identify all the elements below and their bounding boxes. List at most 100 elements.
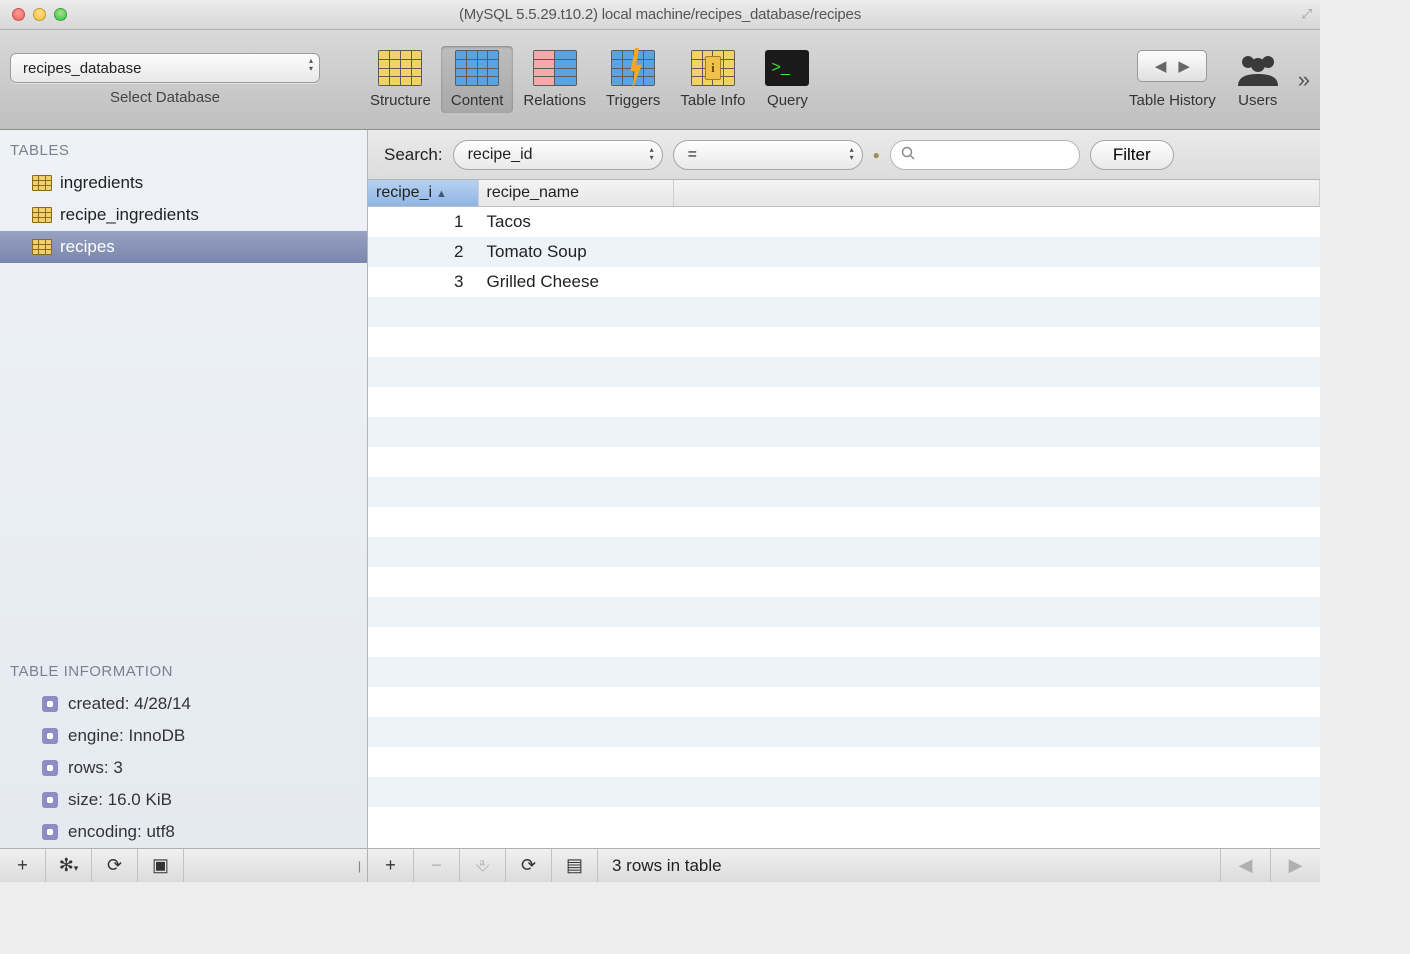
cell-empty (673, 327, 1320, 357)
filter-button[interactable]: Filter (1090, 140, 1174, 170)
toolbar: recipes_database ▴▾ Select Database Stru… (0, 30, 1320, 130)
cell-empty (478, 387, 673, 417)
table-icon (32, 207, 52, 223)
zoom-window-button[interactable] (54, 8, 67, 21)
sidebar-table-recipe_ingredients[interactable]: recipe_ingredients (0, 199, 367, 231)
console-toggle-button[interactable]: ▤ (552, 849, 598, 882)
close-window-button[interactable] (12, 8, 25, 21)
sidebar-table-label: recipes (60, 237, 115, 257)
table-actions-gear-button[interactable]: ✻▾ (46, 849, 92, 882)
row-count-status: 3 rows in table (598, 856, 1220, 876)
column-header-recipe_i[interactable]: recipe_i▲ (368, 180, 478, 207)
search-input-wrap (890, 140, 1080, 170)
info-bullet-icon (42, 696, 58, 712)
cell-empty (368, 807, 478, 837)
toolbar-triggers-label: Triggers (606, 92, 660, 109)
cell-empty (673, 207, 1320, 238)
cell-empty (673, 417, 1320, 447)
cell-empty (368, 447, 478, 477)
cell-empty (368, 717, 478, 747)
table-row[interactable]: 2Tomato Soup (368, 237, 1320, 267)
sidebar-resize-handle[interactable]: ||| (353, 859, 363, 873)
toolbar-users[interactable]: Users (1226, 46, 1290, 113)
sidebar-table-ingredients[interactable]: ingredients (0, 167, 367, 199)
relations-icon (533, 50, 577, 88)
empty-row (368, 597, 1320, 627)
cell-recipe-name[interactable]: Tomato Soup (478, 237, 673, 267)
cell-empty (478, 327, 673, 357)
refresh-icon: ⟳ (107, 855, 122, 876)
toolbar-table-history[interactable]: ◀▶ Table History (1119, 46, 1226, 113)
cell-empty (368, 297, 478, 327)
cell-empty (673, 477, 1320, 507)
refresh-rows-button[interactable]: ⟳ (506, 849, 552, 882)
cell-empty (673, 237, 1320, 267)
history-nav-icon[interactable]: ◀▶ (1137, 50, 1207, 82)
table-icon (32, 175, 52, 191)
search-operator-select-value: = (688, 146, 697, 164)
toolbar-overflow-icon[interactable]: » (1298, 67, 1310, 93)
toggle-table-info-button[interactable]: ▣ (138, 849, 184, 882)
sidebar-tables-header: TABLES (0, 130, 367, 167)
remove-row-button[interactable]: − (414, 849, 460, 882)
cell-empty (478, 687, 673, 717)
empty-row (368, 387, 1320, 417)
toolbar-relations-label: Relations (523, 92, 586, 109)
toolbar-triggers[interactable]: Triggers (596, 46, 670, 113)
cell-recipe-name[interactable]: Grilled Cheese (478, 267, 673, 297)
cell-empty (368, 747, 478, 777)
cell-empty (368, 627, 478, 657)
cell-empty (478, 537, 673, 567)
cell-recipe-id[interactable]: 1 (368, 207, 478, 238)
table-row[interactable]: 1Tacos (368, 207, 1320, 238)
cell-empty (478, 717, 673, 747)
data-grid[interactable]: recipe_i▲recipe_name 1Tacos2Tomato Soup3… (368, 180, 1320, 848)
cell-empty (673, 627, 1320, 657)
cell-empty (673, 537, 1320, 567)
empty-row (368, 717, 1320, 747)
database-selector[interactable]: recipes_database ▴▾ (10, 53, 320, 83)
table-row[interactable]: 3Grilled Cheese (368, 267, 1320, 297)
search-field-select[interactable]: recipe_id ▴▾ (453, 140, 663, 170)
cell-empty (478, 357, 673, 387)
main-content: Search: recipe_id ▴▾ = ▴▾ ● Filter recip… (368, 130, 1320, 848)
empty-row (368, 477, 1320, 507)
add-row-button[interactable]: + (368, 849, 414, 882)
cell-recipe-id[interactable]: 2 (368, 237, 478, 267)
search-field-select-value: recipe_id (468, 146, 533, 164)
cell-empty (368, 477, 478, 507)
search-compound-dot-icon[interactable]: ● (873, 148, 880, 162)
duplicate-row-button[interactable]: ⎀ (460, 849, 506, 882)
toolbar-query[interactable]: >_ Query (755, 46, 819, 113)
prev-page-button[interactable]: ◀ (1220, 849, 1270, 882)
table-info-icon: i (691, 50, 735, 88)
stepper-arrows-icon: ▴▾ (309, 57, 313, 73)
sidebar-table-recipes[interactable]: recipes (0, 231, 367, 263)
refresh-tables-button[interactable]: ⟳ (92, 849, 138, 882)
database-selector-wrap: recipes_database ▴▾ Select Database (10, 53, 320, 106)
fullscreen-icon[interactable]: ⤢ (1302, 6, 1312, 22)
toolbar-table-info[interactable]: i Table Info (670, 46, 755, 113)
cell-empty (478, 447, 673, 477)
toolbar-structure[interactable]: Structure (360, 46, 441, 113)
search-label: Search: (384, 145, 443, 165)
sort-ascending-icon: ▲ (436, 188, 447, 200)
empty-row (368, 417, 1320, 447)
cell-empty (673, 807, 1320, 837)
minimize-window-button[interactable] (33, 8, 46, 21)
info-bullet-icon (42, 792, 58, 808)
toolbar-content[interactable]: Content (441, 46, 514, 113)
cell-empty (478, 777, 673, 807)
toolbar-relations[interactable]: Relations (513, 46, 596, 113)
cell-empty (673, 297, 1320, 327)
cell-recipe-id[interactable]: 3 (368, 267, 478, 297)
cell-empty (673, 567, 1320, 597)
cell-empty (673, 597, 1320, 627)
add-table-button[interactable]: + (0, 849, 46, 882)
column-header-recipe_name[interactable]: recipe_name (478, 180, 673, 207)
cell-empty (478, 507, 673, 537)
table-info-engine: engine: InnoDB (10, 720, 357, 752)
next-page-button[interactable]: ▶ (1270, 849, 1320, 882)
search-operator-select[interactable]: = ▴▾ (673, 140, 863, 170)
cell-recipe-name[interactable]: Tacos (478, 207, 673, 238)
